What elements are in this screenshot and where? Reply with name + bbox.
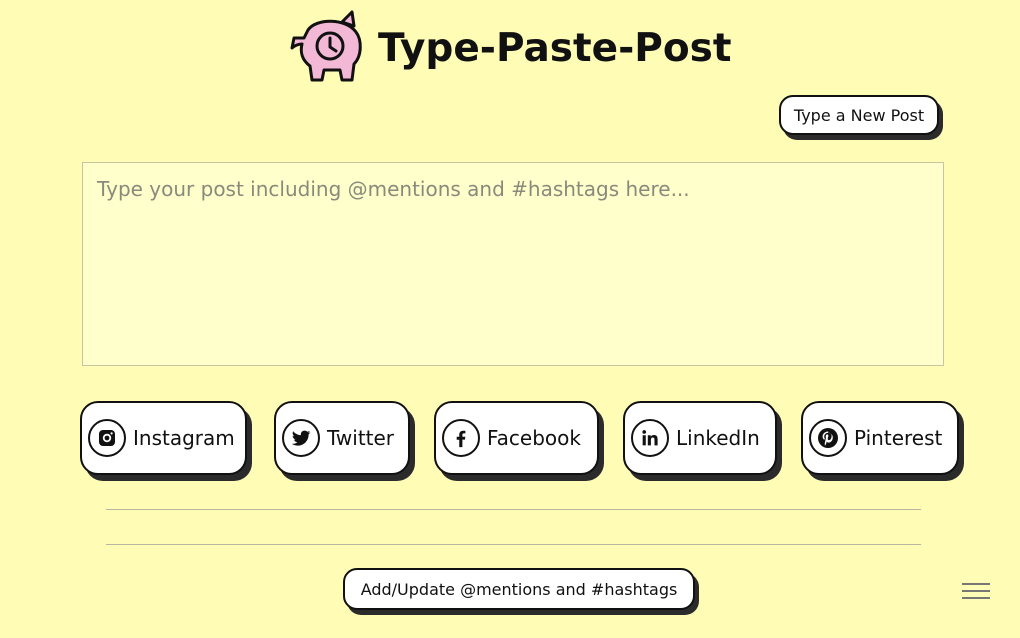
pinterest-label: Pinterest — [854, 426, 943, 450]
piggy-bank-clock-logo-icon — [290, 10, 362, 82]
pinterest-icon — [809, 419, 847, 457]
hamburger-menu-icon[interactable] — [962, 583, 990, 603]
linkedin-button[interactable]: LinkedIn — [623, 401, 777, 475]
app-header: Type-Paste-Post — [290, 8, 732, 88]
facebook-label: Facebook — [487, 426, 581, 450]
instagram-icon — [88, 419, 126, 457]
linkedin-icon — [631, 419, 669, 457]
post-text-input[interactable] — [82, 162, 944, 366]
instagram-label: Instagram — [133, 426, 235, 450]
add-update-mentions-hashtags-button[interactable]: Add/Update @mentions and #hashtags — [343, 568, 695, 610]
twitter-icon — [282, 419, 320, 457]
instagram-button[interactable]: Instagram — [80, 401, 247, 475]
divider-line — [106, 544, 921, 545]
linkedin-label: LinkedIn — [676, 426, 760, 450]
type-new-post-button[interactable]: Type a New Post — [779, 95, 939, 135]
app-title: Type-Paste-Post — [378, 25, 732, 71]
pinterest-button[interactable]: Pinterest — [801, 401, 959, 475]
facebook-icon — [442, 419, 480, 457]
facebook-button[interactable]: Facebook — [434, 401, 599, 475]
twitter-button[interactable]: Twitter — [274, 401, 410, 475]
twitter-label: Twitter — [327, 426, 395, 450]
divider-line — [106, 509, 921, 510]
